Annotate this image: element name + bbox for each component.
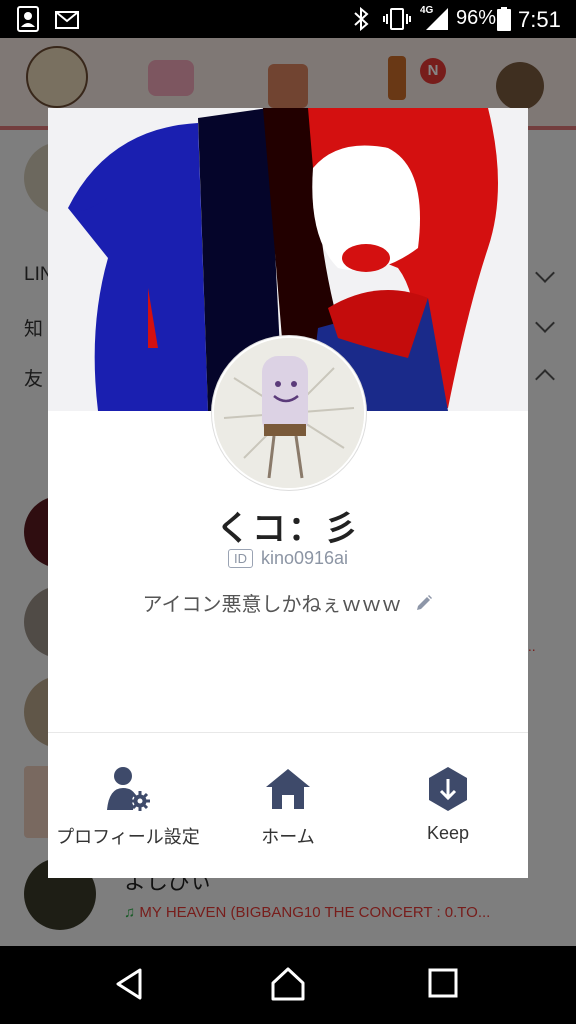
back-icon[interactable] [112, 966, 148, 1002]
status-message-row[interactable]: アイコン悪意しかねぇｗｗｗ [48, 588, 528, 617]
home-button[interactable]: ホーム [208, 763, 368, 849]
bluetooth-icon [354, 6, 369, 32]
home-nav-icon[interactable] [270, 966, 306, 1002]
profile-id-row[interactable]: ID kino0916ai [48, 548, 528, 569]
keep-label: Keep [426, 823, 470, 843]
profile-name: くコ：彡 [216, 509, 360, 549]
keep-button[interactable]: Keep [368, 763, 528, 844]
clock: 7:51 [518, 7, 561, 32]
user-id: kino0916ai [260, 548, 349, 568]
status-bar: 4G 96% 7:51 [0, 0, 576, 38]
keep-icon [429, 767, 467, 811]
contact-card-icon [17, 6, 39, 32]
recents-icon[interactable] [426, 966, 460, 1000]
pencil-icon[interactable] [414, 593, 434, 613]
status-message: アイコン悪意しかねぇｗｗｗ [142, 592, 402, 616]
battery-percent: 96% [456, 7, 497, 29]
home-label: ホーム [261, 827, 315, 848]
battery-icon [497, 7, 511, 31]
profile-settings-label: プロフィール設定 [56, 827, 200, 848]
profile-settings-icon [107, 767, 150, 811]
avatar-image [214, 338, 364, 488]
profile-card: くコ：彡 ID kino0916ai アイコン悪意しかねぇｗｗｗ プロフィール設… [48, 108, 528, 878]
id-badge: ID [227, 549, 253, 568]
home-icon [266, 769, 310, 809]
navigation-bar [0, 946, 576, 1024]
message-icon [55, 11, 79, 29]
profile-avatar[interactable] [212, 336, 366, 490]
vibrate-icon [383, 8, 411, 30]
profile-settings-button[interactable]: プロフィール設定 [48, 763, 208, 849]
signal-icon [426, 8, 448, 30]
divider [48, 732, 528, 733]
